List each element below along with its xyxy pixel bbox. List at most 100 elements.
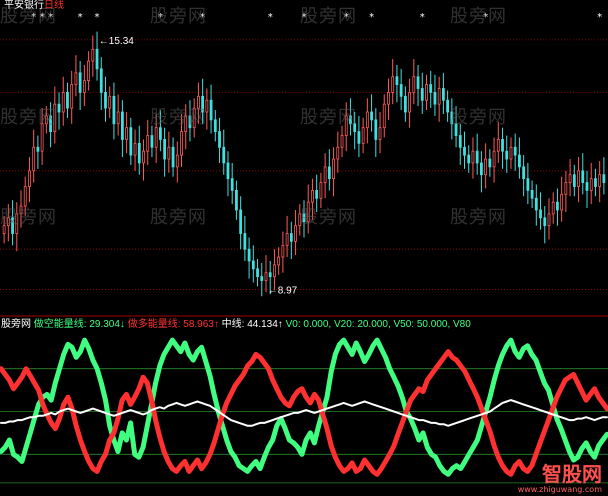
v0-readout: V0: 0.000, bbox=[285, 319, 332, 330]
indicator-name: 股旁网 bbox=[1, 319, 31, 330]
candle-body bbox=[150, 135, 154, 148]
candle-body bbox=[454, 123, 458, 136]
candle-body bbox=[522, 166, 526, 180]
candle-body bbox=[268, 272, 272, 278]
signal-star: * bbox=[40, 12, 45, 23]
candle-body bbox=[95, 48, 99, 70]
candle-body bbox=[289, 233, 293, 242]
candle-body bbox=[420, 88, 424, 101]
candle-body bbox=[539, 209, 542, 219]
candle-body bbox=[188, 115, 192, 129]
short-energy-readout: 做空能量线: 29.304↓ bbox=[33, 319, 125, 330]
candle-body bbox=[2, 225, 6, 234]
signal-star: * bbox=[200, 12, 205, 23]
candle-body bbox=[441, 88, 445, 101]
signal-star: * bbox=[158, 12, 163, 23]
candle-body bbox=[306, 201, 310, 223]
candle-body bbox=[547, 213, 551, 227]
chart-stage: * * * * * * * * * * * * * * ←15.34 ←8.97 股旁网 股旁网 股旁网 股旁… bbox=[0, 0, 608, 496]
candle-body bbox=[412, 76, 416, 93]
candle-body bbox=[180, 131, 183, 156]
candle-body bbox=[530, 189, 534, 199]
candle-body bbox=[332, 158, 335, 180]
candle-body bbox=[311, 189, 314, 203]
candle-body bbox=[251, 260, 255, 270]
candle-body bbox=[450, 111, 454, 125]
candle-body bbox=[349, 115, 352, 125]
candle-body bbox=[568, 174, 572, 183]
candle-body bbox=[112, 95, 116, 125]
candle-body bbox=[281, 244, 285, 258]
candle-body bbox=[564, 182, 568, 195]
candle-body bbox=[49, 115, 52, 132]
candle-body bbox=[378, 127, 382, 140]
stock-name: 平安银行 bbox=[4, 0, 44, 11]
signal-star: * bbox=[597, 12, 602, 23]
candle-body bbox=[91, 48, 95, 62]
candle-body bbox=[340, 135, 344, 148]
v80-readout: V80 bbox=[453, 319, 471, 330]
candle-body bbox=[142, 150, 145, 164]
candle-body bbox=[273, 264, 276, 278]
candle-body bbox=[327, 166, 331, 180]
candle-body bbox=[416, 76, 420, 89]
candle-body bbox=[23, 186, 27, 207]
candle-body bbox=[19, 205, 23, 215]
candle-body bbox=[572, 174, 576, 187]
candle-body bbox=[99, 68, 103, 93]
candle-body bbox=[425, 84, 428, 101]
candle-body bbox=[235, 189, 238, 211]
stock-chart-svg[interactable]: * * * * * * * * * * * * * *←15.34←8.97 bbox=[0, 0, 608, 496]
candle-body bbox=[108, 95, 112, 109]
candle-body bbox=[175, 154, 179, 168]
v50-readout: V50: 50.000, bbox=[393, 319, 451, 330]
candle-body bbox=[78, 72, 82, 93]
candle-body bbox=[298, 213, 302, 227]
candle-body bbox=[57, 103, 61, 113]
candle-body bbox=[218, 131, 221, 148]
candle-body bbox=[277, 256, 281, 266]
candle-body bbox=[344, 115, 348, 136]
series-line bbox=[0, 349, 608, 477]
high-price-label: ←15.34 bbox=[99, 36, 134, 47]
candle-body bbox=[403, 95, 407, 113]
candle-body bbox=[87, 60, 90, 82]
candle-body bbox=[594, 178, 597, 187]
candle-body bbox=[509, 146, 513, 160]
candle-body bbox=[53, 103, 57, 133]
candle-body bbox=[230, 178, 234, 191]
brand-logo: 智股网 www.zhiguwang.com bbox=[518, 463, 602, 494]
candle-body bbox=[192, 107, 196, 129]
candle-body bbox=[484, 158, 488, 176]
candle-body bbox=[602, 174, 606, 183]
candle-body bbox=[125, 127, 129, 140]
candle-body bbox=[492, 150, 496, 168]
candle-body bbox=[319, 182, 323, 199]
midline-readout: 中线: 44.134↑ bbox=[221, 319, 283, 330]
candle-body bbox=[74, 72, 78, 85]
candle-body bbox=[387, 92, 390, 105]
candle-body bbox=[496, 139, 500, 152]
candle-body bbox=[475, 150, 479, 164]
candle-body bbox=[560, 193, 564, 211]
candle-body bbox=[353, 123, 357, 133]
signal-star: * bbox=[48, 12, 53, 23]
candle-body bbox=[336, 146, 340, 160]
candle-body bbox=[323, 166, 327, 183]
candle-body bbox=[82, 80, 86, 93]
candle-body bbox=[6, 217, 10, 227]
candle-body bbox=[463, 146, 466, 156]
signal-star: * bbox=[31, 12, 36, 23]
candle-body bbox=[184, 115, 188, 132]
candle-body bbox=[120, 111, 124, 140]
candle-body bbox=[133, 142, 137, 156]
signal-star: * bbox=[369, 12, 374, 23]
candle-body bbox=[32, 146, 36, 172]
candle-body bbox=[285, 233, 289, 246]
candle-body bbox=[137, 142, 141, 164]
candle-body bbox=[213, 119, 217, 132]
candle-body bbox=[361, 127, 365, 144]
candle-body bbox=[104, 92, 107, 109]
signal-star: * bbox=[483, 12, 488, 23]
candle-body bbox=[302, 213, 306, 223]
